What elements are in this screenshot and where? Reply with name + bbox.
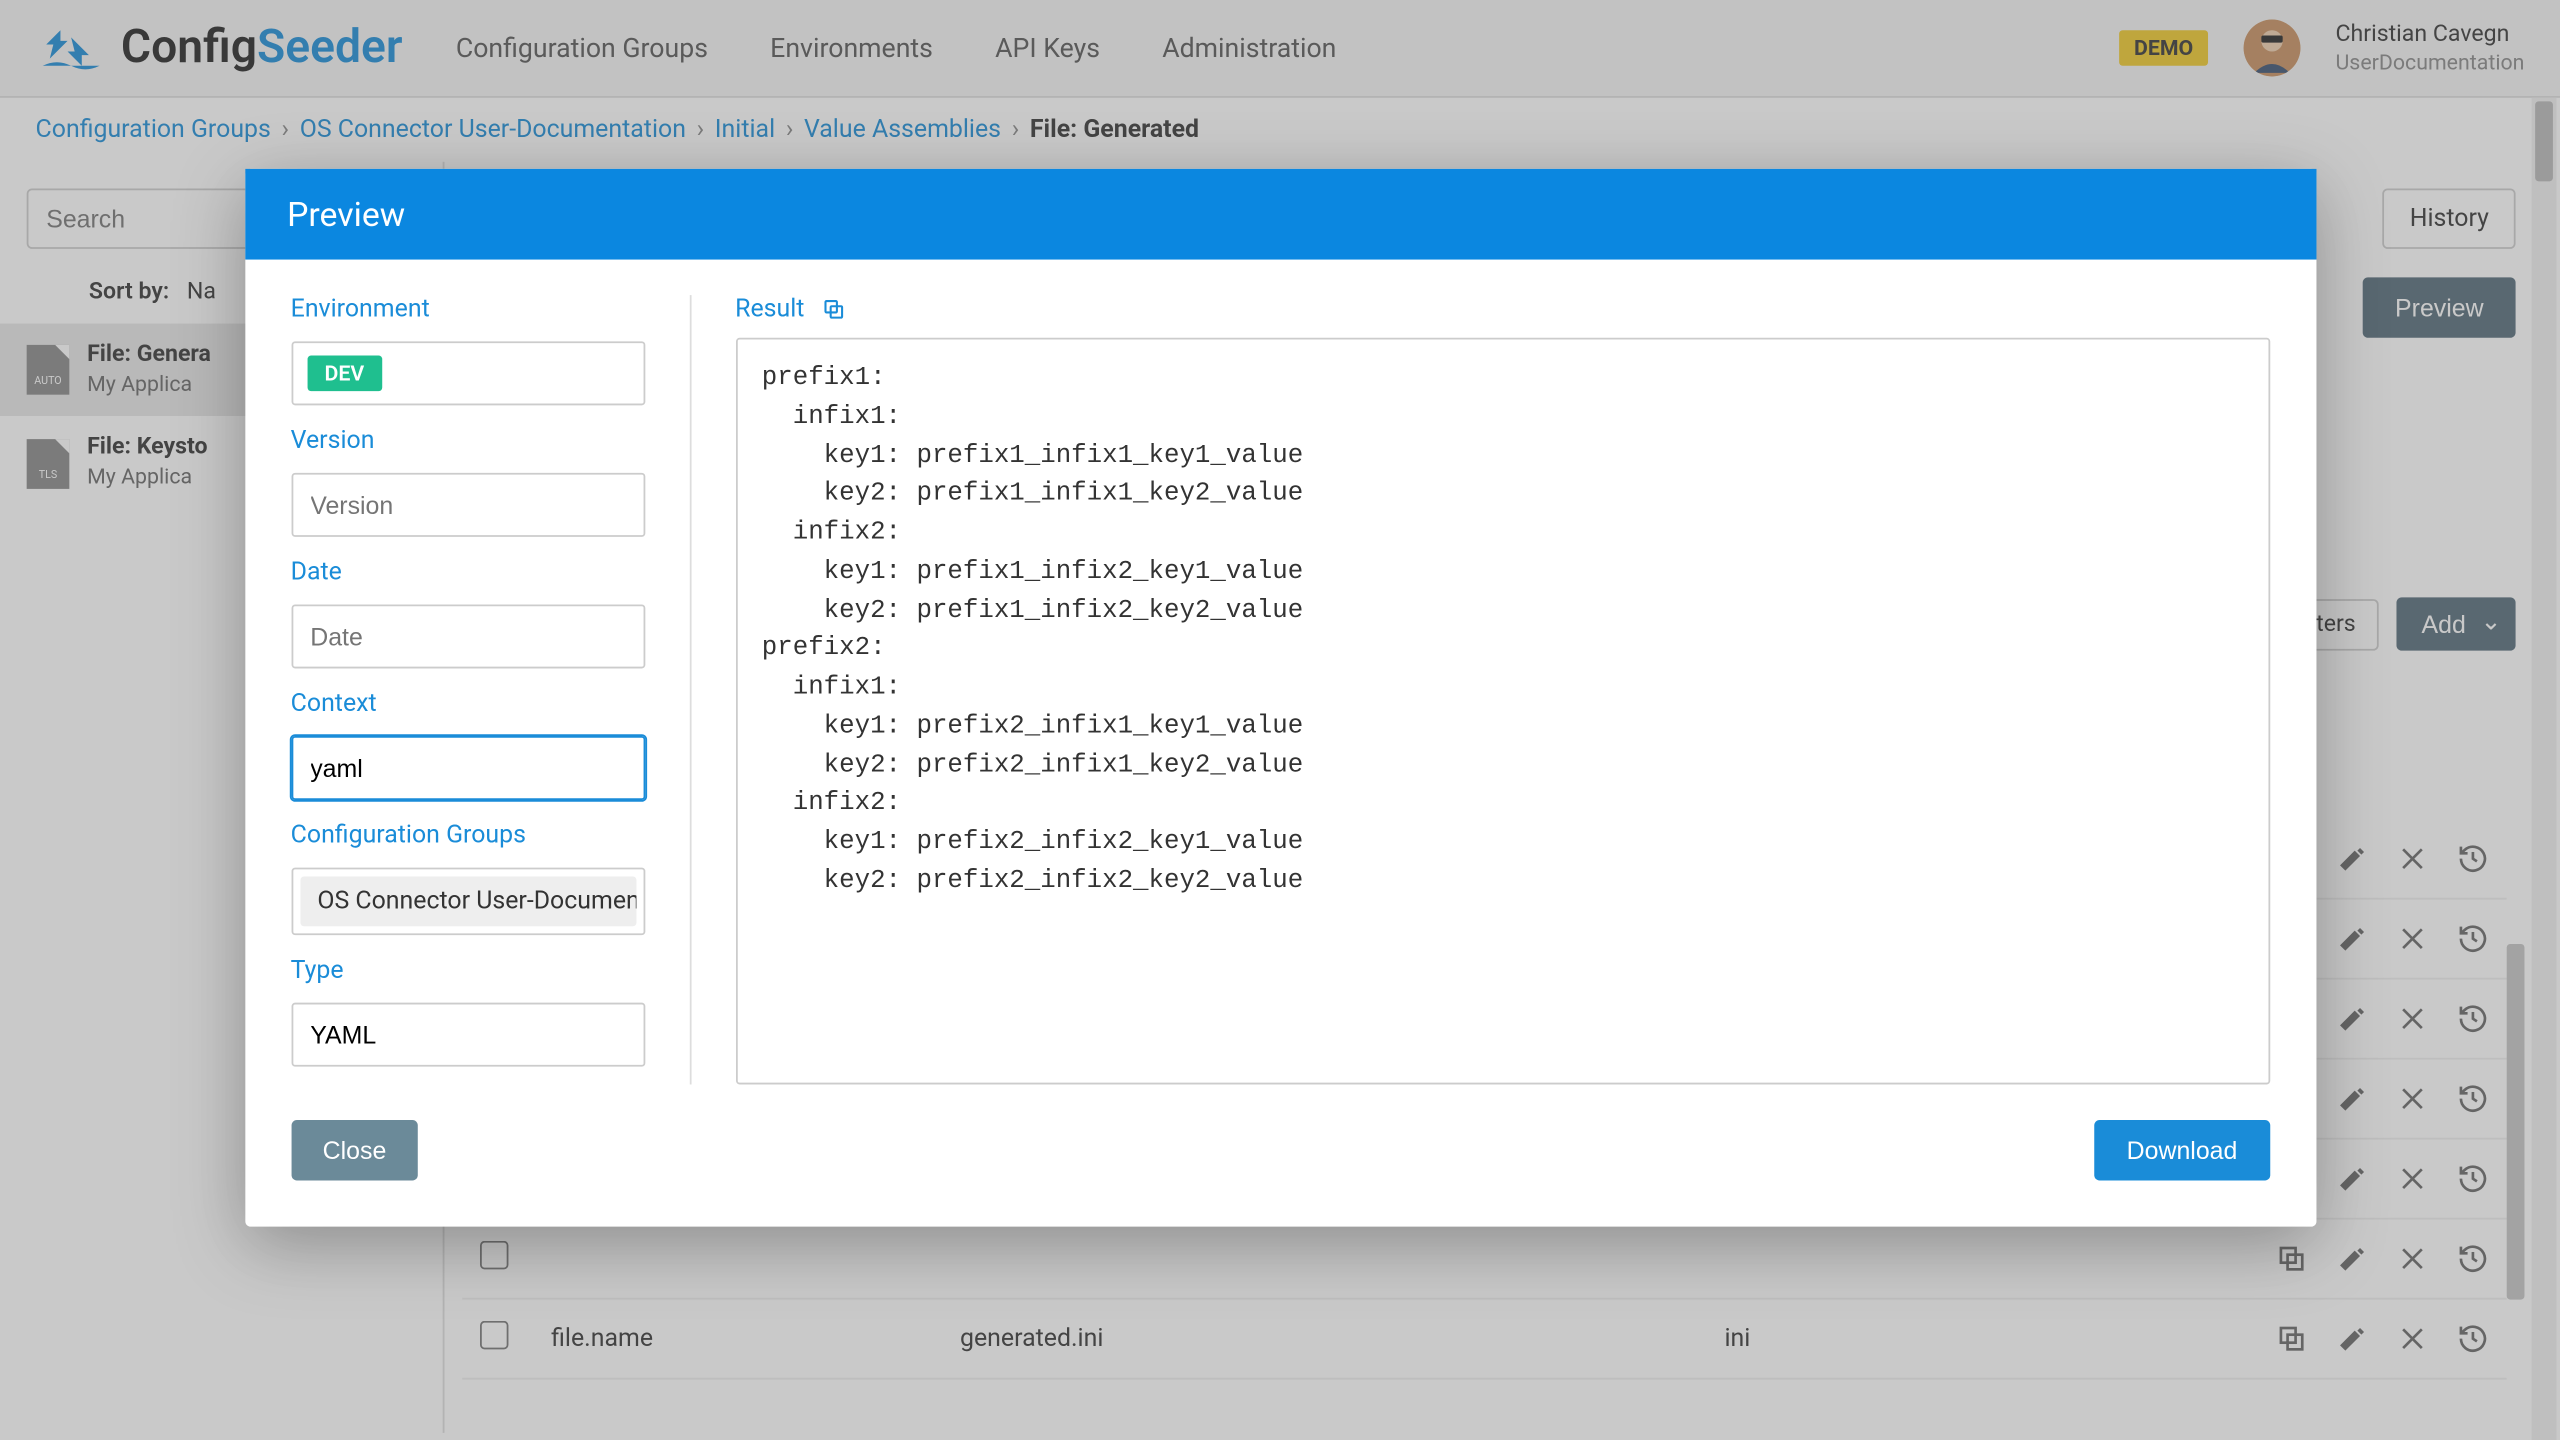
version-label: Version xyxy=(291,427,645,455)
env-chip-dev: DEV xyxy=(307,356,382,392)
modal-overlay: Preview Environment DEV Version Date Con… xyxy=(0,0,2560,1440)
copy-icon[interactable] xyxy=(822,297,847,322)
context-label: Context xyxy=(291,690,645,718)
date-label: Date xyxy=(291,558,645,586)
preview-modal: Preview Environment DEV Version Date Con… xyxy=(244,169,2315,1227)
cfg-groups-label: Configuration Groups xyxy=(291,821,645,849)
modal-title: Preview xyxy=(244,169,2315,260)
date-input[interactable] xyxy=(291,604,645,668)
download-button[interactable]: Download xyxy=(2095,1120,2270,1180)
context-input[interactable] xyxy=(291,736,645,800)
type-field[interactable] xyxy=(291,1003,645,1067)
cfg-groups-field[interactable]: OS Connector User-Documen xyxy=(291,868,645,936)
close-button[interactable]: Close xyxy=(291,1120,419,1180)
version-input[interactable] xyxy=(291,473,645,537)
type-label: Type xyxy=(291,956,645,984)
environment-field[interactable]: DEV xyxy=(291,341,645,405)
environment-label: Environment xyxy=(291,295,645,323)
result-output[interactable]: prefix1: infix1: key1: prefix1_infix1_ke… xyxy=(735,338,2269,1085)
result-label: Result xyxy=(735,295,804,323)
cfg-group-chip: OS Connector User-Documen xyxy=(300,876,636,926)
